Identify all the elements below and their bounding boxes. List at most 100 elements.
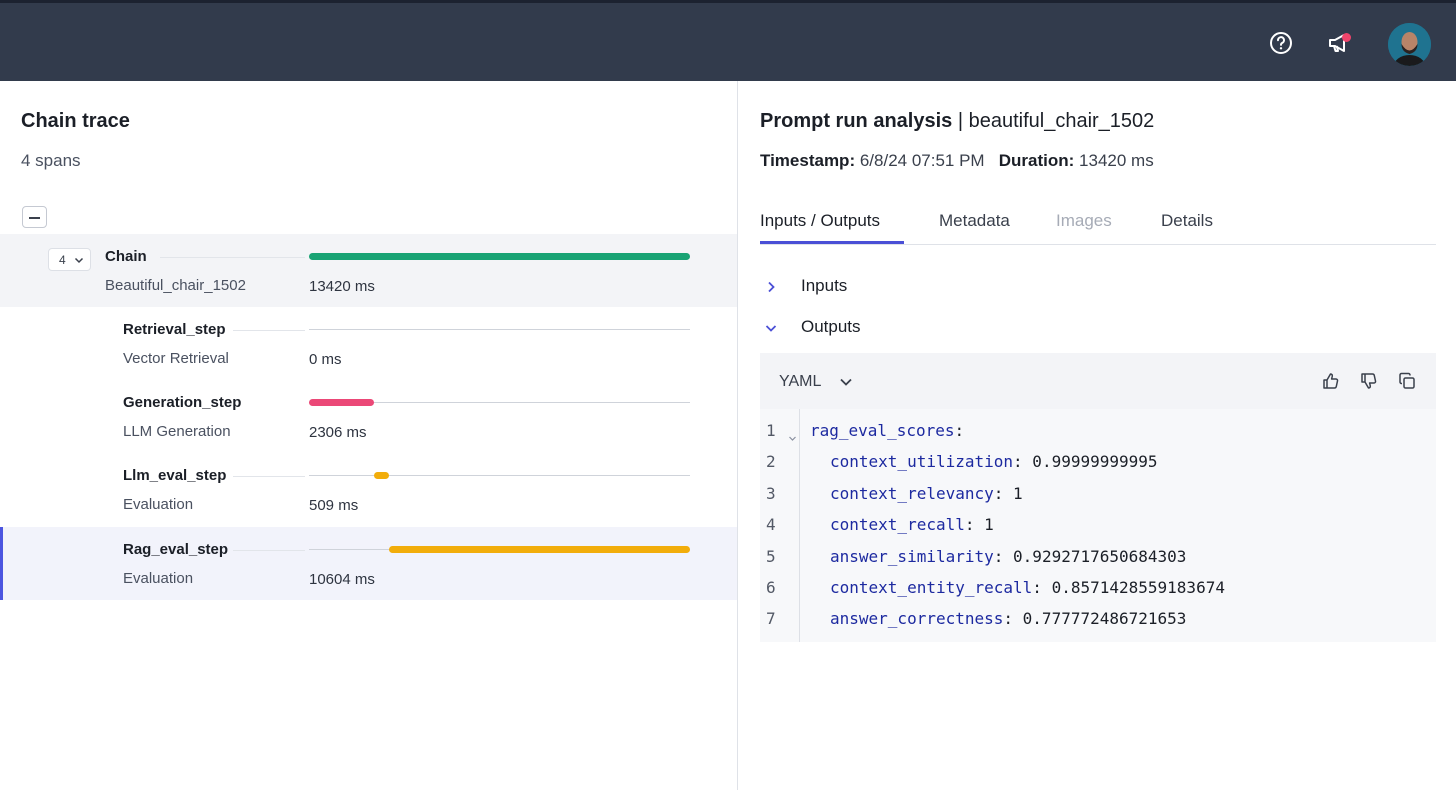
span-subtitle: Vector Retrieval (123, 350, 229, 367)
inputs-label: Inputs (801, 276, 848, 295)
tab-images[interactable]: Images (1056, 211, 1112, 231)
format-select[interactable]: YAML (779, 373, 852, 391)
run-metadata: Timestamp: 6/8/24 07:51 PM Duration: 134… (760, 151, 1154, 171)
name-connector (160, 257, 305, 258)
active-tab-indicator (760, 241, 904, 244)
page-title: Prompt run analysis | beautiful_chair_15… (760, 110, 1154, 133)
span-row-generation[interactable]: Generation_step LLM Generation 2306 ms (0, 380, 737, 453)
line-number: 4 (766, 515, 776, 535)
avatar-image (1388, 23, 1431, 66)
yaml-colon: : (954, 421, 965, 440)
chain-trace-panel: Chain trace 4 spans 4 Chain Beautiful_ch… (0, 81, 737, 790)
timestamp-label: Timestamp: (760, 151, 856, 170)
copy-icon[interactable] (1397, 371, 1417, 391)
timestamp-value: 6/8/24 07:51 PM (855, 151, 985, 170)
name-connector (233, 550, 305, 551)
yaml-colon: : (1032, 578, 1042, 597)
code-line: answer_similarity: 0.9292717650684303 (830, 547, 1186, 566)
child-count: 4 (59, 253, 66, 267)
code-line: context_recall: 1 (830, 515, 994, 534)
code-viewer-header: YAML (760, 353, 1436, 409)
line-number-gutter: 1 2 3 4 5 6 7 (760, 409, 800, 642)
collapse-all-button[interactable] (22, 206, 47, 228)
span-duration: 10604 ms (309, 571, 375, 588)
duration-label: Duration: (998, 151, 1075, 170)
timeline-bar-rag-eval (388, 546, 690, 553)
fold-chevron-icon[interactable] (788, 434, 797, 443)
span-duration: 0 ms (309, 351, 342, 368)
span-duration: 509 ms (309, 497, 359, 514)
yaml-key: context_relevancy (830, 483, 994, 503)
notification-dot (1342, 33, 1351, 42)
thumbs-down-icon[interactable] (1359, 371, 1379, 391)
timeline-bar-chain (309, 253, 690, 260)
child-count-toggle[interactable]: 4 (48, 248, 91, 271)
span-subtitle: Evaluation (123, 570, 194, 587)
thumbs-up-icon[interactable] (1321, 371, 1341, 391)
span-row-chain[interactable]: 4 Chain Beautiful_chair_1502 13420 ms (0, 234, 737, 307)
span-name: Llm_eval_step (123, 467, 227, 484)
span-name: Generation_step (123, 394, 242, 411)
line-number: 3 (766, 483, 776, 503)
timeline-bar-llm-eval (374, 472, 389, 479)
format-value: YAML (779, 373, 822, 390)
yaml-value: 0.8571428559183674 (1041, 578, 1225, 597)
span-duration: 2306 ms (309, 424, 367, 441)
span-row-rag-eval[interactable]: Rag_eval_step Evaluation 10604 ms (0, 527, 737, 600)
yaml-value: 1 (974, 515, 994, 535)
prompt-run-analysis-panel: Prompt run analysis | beautiful_chair_15… (738, 81, 1456, 790)
line-number: 6 (766, 578, 776, 597)
avatar[interactable] (1388, 23, 1431, 66)
code-line: context_utilization: 0.99999999995 (830, 452, 1158, 471)
chevron-down-icon (840, 378, 852, 386)
code-content[interactable]: 1234567 rag_eval_scores: context_utilizat… (760, 409, 1436, 642)
yaml-key: answer_similarity (830, 546, 994, 566)
code-line: rag_eval_scores: (810, 421, 964, 440)
yaml-colon: : (1013, 452, 1023, 472)
span-name: Retrieval_step (123, 321, 226, 338)
span-row-retrieval[interactable]: Retrieval_step Vector Retrieval 0 ms (0, 307, 737, 380)
span-duration: 13420 ms (309, 278, 375, 295)
line-number: 1 (766, 421, 776, 440)
code-line: context_entity_recall: 0.857142855918367… (830, 578, 1225, 597)
yaml-key: context_entity_recall (830, 578, 1033, 597)
span-subtitle: LLM Generation (123, 423, 231, 440)
yaml-colon: : (964, 515, 975, 535)
span-subtitle: Beautiful_chair_1502 (105, 277, 246, 294)
chevron-right-icon (768, 281, 775, 293)
line-number: 5 (766, 546, 776, 566)
outputs-label: Outputs (801, 317, 861, 336)
timeline-bar-generation (309, 399, 375, 406)
span-name: Chain (105, 248, 147, 265)
tab-details[interactable]: Details (1161, 211, 1213, 231)
chevron-down-icon (765, 325, 777, 332)
span-row-llm-eval[interactable]: Llm_eval_step Evaluation 509 ms (0, 453, 737, 526)
yaml-value: 0.9292717650684303 (1003, 546, 1187, 566)
name-connector (233, 330, 305, 331)
top-navigation-bar (0, 0, 1456, 81)
title-label: Prompt run analysis (760, 110, 953, 132)
span-subtitle: Evaluation (123, 496, 194, 513)
name-connector (233, 476, 305, 477)
line-number: 2 (766, 452, 776, 472)
timeline-track (309, 475, 690, 476)
chain-trace-title: Chain trace (21, 110, 130, 132)
tab-inputs-outputs[interactable]: Inputs / Outputs (760, 211, 880, 231)
code-line: context_relevancy: 1 (830, 484, 1023, 503)
tab-bar: Inputs / Outputs Metadata Images Details (760, 199, 1436, 245)
line-number: 7 (766, 609, 776, 629)
duration-value: 13420 ms (1074, 151, 1154, 170)
span-count: 4 spans (21, 151, 81, 170)
yaml-colon: : (993, 483, 1004, 503)
yaml-value: 0.99999999995 (1022, 452, 1158, 472)
yaml-key: context_utilization (830, 452, 1014, 472)
yaml-value: 0.777772486721653 (1013, 609, 1187, 629)
yaml-key: context_recall (830, 515, 965, 535)
run-name: | beautiful_chair_1502 (952, 110, 1155, 132)
output-code-viewer: YAML 1 2 3 4 5 6 7 rag_eval_scores: context_ut… (760, 353, 1436, 642)
timeline-track (309, 329, 690, 330)
span-name: Rag_eval_step (123, 541, 229, 558)
help-icon[interactable] (1268, 30, 1294, 56)
yaml-key: rag_eval_scores (810, 421, 955, 440)
tab-metadata[interactable]: Metadata (939, 211, 1010, 231)
